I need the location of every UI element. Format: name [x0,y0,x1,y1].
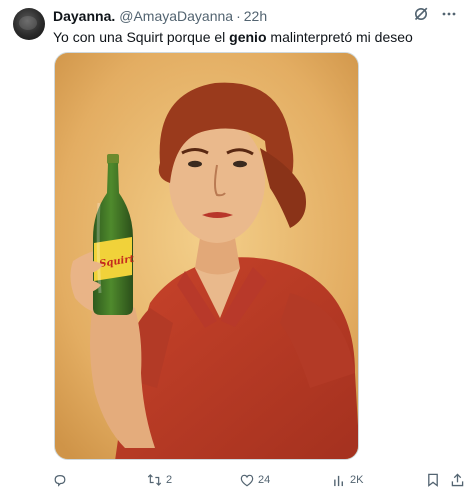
bookmark-button[interactable] [427,470,439,490]
grok-icon[interactable] [413,6,429,22]
tweet-header: Dayanna. @AmayaDayanna · 22h [53,7,457,25]
heart-icon [240,474,254,487]
avatar[interactable] [13,8,45,40]
reply-button[interactable] [53,470,71,490]
tweet-text: Yo con una Squirt porque el genio malint… [53,28,453,46]
share-icon [451,473,464,487]
retweet-icon [147,473,162,487]
author-handle[interactable]: @AmayaDayanna [119,8,233,24]
tweet-time[interactable]: 22h [244,8,267,24]
views-count: 2K [350,474,364,486]
author-name[interactable]: Dayanna. [53,8,115,24]
tweet-text-bold: genio [229,29,267,45]
like-button[interactable]: 24 [240,470,270,490]
tweet-actions: 2 24 2K [53,470,464,490]
retweet-count: 2 [166,474,173,486]
share-button[interactable] [451,470,464,490]
bookmark-icon [427,473,439,487]
reply-icon [53,473,67,487]
views-button[interactable]: 2K [333,470,363,490]
tweet-text-part: Yo con una Squirt porque el [53,29,230,45]
views-icon [333,474,346,487]
separator-dot: · [236,8,241,24]
retweet-button[interactable]: 2 [147,470,172,490]
header-actions [413,6,457,22]
more-icon[interactable] [441,6,457,22]
like-count: 24 [258,474,271,486]
tweet-text-part: malinterpretó mi deseo [266,29,413,45]
illustration-woman-with-bottle: Squirt [55,53,358,459]
tweet-image[interactable]: Squirt [54,52,359,460]
tweet-card[interactable]: Dayanna. @AmayaDayanna · 22h Yo con una … [0,0,471,496]
